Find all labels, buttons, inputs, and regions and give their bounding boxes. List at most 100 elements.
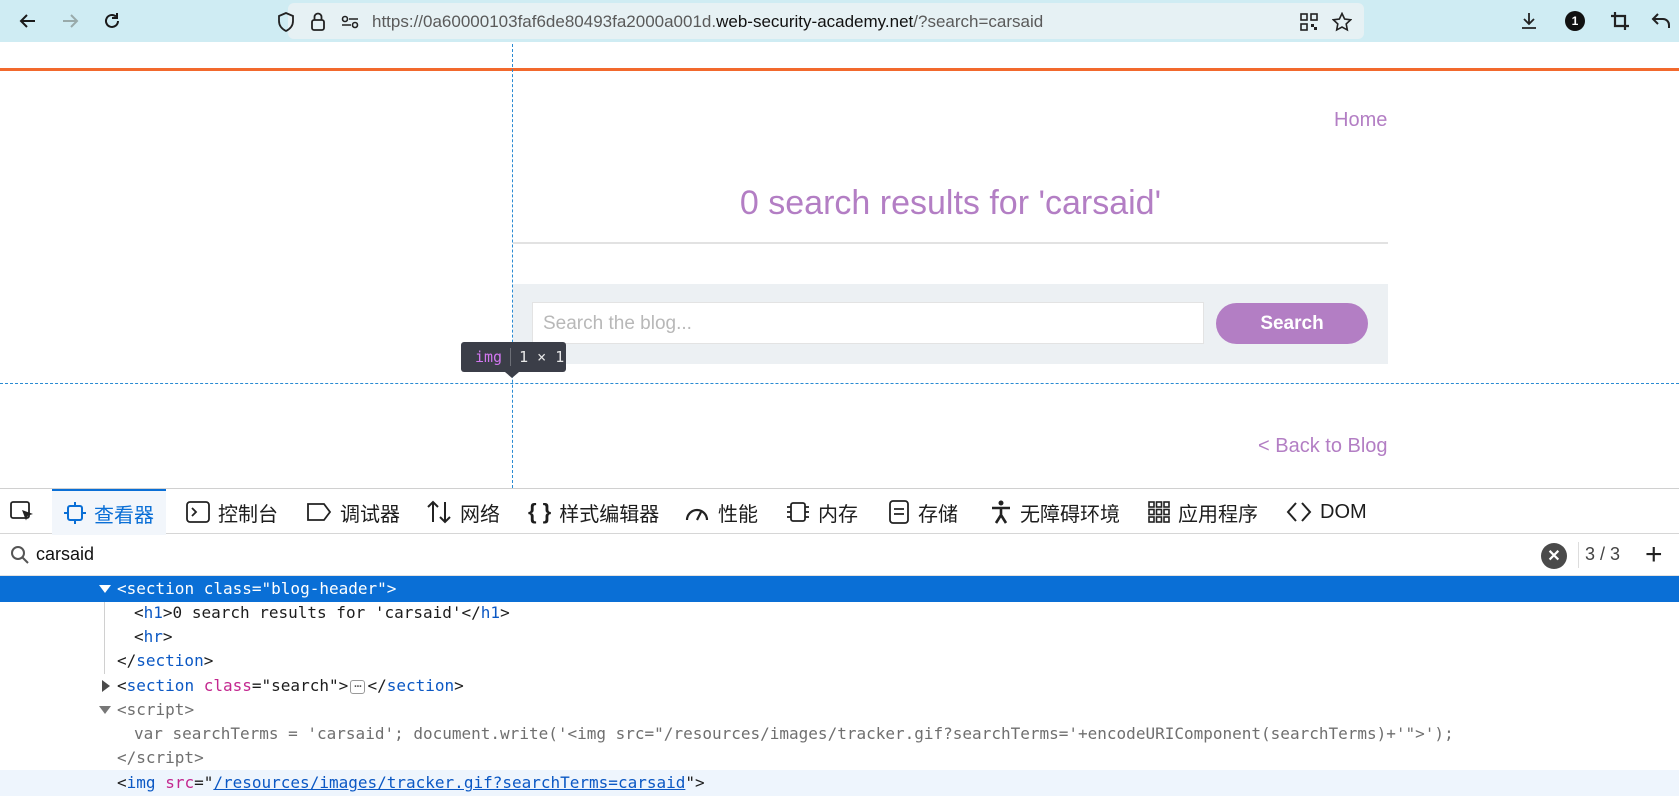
tab-label: 网络 xyxy=(460,503,500,526)
memory-icon xyxy=(786,500,810,524)
inspector-tooltip: img 1 × 1 xyxy=(461,342,566,372)
tab-label: 性能 xyxy=(718,503,758,526)
attr-value-link[interactable]: /resources/images/tracker.gif?searchTerm… xyxy=(213,773,685,792)
storage-icon xyxy=(888,500,910,524)
tab-accessibility[interactable]: 无障碍环境 xyxy=(990,489,1120,535)
tab-label: 应用程序 xyxy=(1178,503,1258,526)
shield-icon[interactable] xyxy=(275,11,297,33)
tab-label: 无障碍环境 xyxy=(1020,503,1120,526)
qr-code-icon[interactable] xyxy=(1298,11,1320,33)
tab-label: DOM xyxy=(1320,500,1367,523)
url-bar[interactable]: https://0a60000103faf6de80493fa2000a001d… xyxy=(278,3,1364,39)
devtools-search-input[interactable]: carsaid xyxy=(36,544,94,565)
tooltip-arrow xyxy=(505,372,519,378)
clear-search-icon[interactable]: ✕ xyxy=(1541,543,1567,569)
collapsed-content-icon[interactable]: ⋯ xyxy=(350,679,366,694)
expand-twisty-icon[interactable] xyxy=(99,706,111,714)
reload-icon[interactable] xyxy=(98,8,126,34)
attr-name: class xyxy=(203,579,252,598)
tab-label: 查看器 xyxy=(94,504,154,527)
tree-node-search-section[interactable]: <section class="search"> ⋯ </section> xyxy=(0,673,1679,699)
tab-inspector[interactable]: 查看器 xyxy=(52,489,166,535)
tab-console[interactable]: 控制台 xyxy=(186,489,278,535)
tab-storage[interactable]: 存储 xyxy=(888,489,958,535)
tab-dom[interactable]: DOM xyxy=(1286,489,1367,535)
tab-style-editor[interactable]: { } 样式编辑器 xyxy=(528,489,659,535)
tree-node-script-close[interactable]: </script> xyxy=(0,745,1679,771)
tooltip-tag: img xyxy=(461,348,512,366)
search-button[interactable]: Search xyxy=(1216,303,1368,344)
tab-label: 控制台 xyxy=(218,503,278,526)
style-editor-icon: { } xyxy=(528,499,552,524)
tab-label: 调试器 xyxy=(340,503,400,526)
tree-node-section-close[interactable]: </section> xyxy=(0,648,1679,674)
tab-performance[interactable]: 性能 xyxy=(684,489,758,535)
back-to-blog-link[interactable]: < Back to Blog xyxy=(1258,435,1388,458)
debugger-icon xyxy=(306,502,332,522)
url-prefix: https://0a60000103faf6de80493fa2000a001d… xyxy=(372,12,717,31)
tag-name: section xyxy=(136,651,204,670)
attr-name: src xyxy=(165,773,195,792)
tab-application[interactable]: 应用程序 xyxy=(1148,489,1258,535)
attr-name: class xyxy=(203,676,252,695)
undo-arrow-icon[interactable] xyxy=(1648,8,1674,34)
devtools-panel: 查看器 控制台 调试器 网络 { } 样式编辑器 性能 内存 存储 无障碍环境 … xyxy=(0,488,1679,809)
add-node-icon[interactable]: + xyxy=(1645,538,1663,572)
dom-icon xyxy=(1286,500,1312,524)
devtools-tabbar: 查看器 控制台 调试器 网络 { } 样式编辑器 性能 内存 存储 无障碍环境 … xyxy=(0,488,1679,535)
tree-node-script-code[interactable]: var searchTerms = 'carsaid'; document.wr… xyxy=(0,721,1679,747)
tab-label: 存储 xyxy=(918,503,958,526)
site-permissions-icon[interactable] xyxy=(339,11,361,33)
extension-badge-icon[interactable]: 1 xyxy=(1562,8,1588,34)
inspector-guide-vertical xyxy=(512,44,513,488)
tree-node-img[interactable]: <img src="/resources/images/tracker.gif?… xyxy=(0,770,1679,796)
extension-badge-count: 1 xyxy=(1565,11,1585,31)
web-page: Home 0 search results for 'carsaid' Sear… xyxy=(0,44,1679,488)
forward-arrow-icon[interactable] xyxy=(56,8,84,34)
tag-name: img xyxy=(126,773,156,792)
collapse-twisty-icon[interactable] xyxy=(102,680,110,692)
h1-text: 0 search results for 'carsaid' xyxy=(172,603,462,622)
tab-memory[interactable]: 内存 xyxy=(786,489,858,535)
devtools-search-bar: carsaid ✕ 3 / 3 + xyxy=(0,534,1679,576)
tag-name: script xyxy=(126,700,185,719)
tree-node-h1[interactable]: <h1>0 search results for 'carsaid'</h1> xyxy=(0,600,1679,626)
attr-value: "search" xyxy=(261,676,339,695)
tag-name: script xyxy=(136,748,195,767)
attr-value: "blog-header" xyxy=(261,579,387,598)
tab-network[interactable]: 网络 xyxy=(426,489,500,535)
home-link[interactable]: Home xyxy=(1334,109,1387,132)
tree-node-script[interactable]: <script> xyxy=(0,697,1679,723)
search-icon xyxy=(10,545,30,570)
bookmark-star-icon[interactable] xyxy=(1331,11,1353,33)
url-suffix: /?search=carsaid xyxy=(913,12,1044,31)
search-input[interactable]: Search the blog... xyxy=(532,302,1204,344)
tooltip-dimensions: 1 × 1 xyxy=(519,348,565,366)
tab-debugger[interactable]: 调试器 xyxy=(306,489,400,535)
match-count: 3 / 3 xyxy=(1585,544,1621,564)
back-arrow-icon[interactable] xyxy=(14,8,42,34)
url-domain: web-security-academy.net xyxy=(716,12,914,31)
accessibility-icon xyxy=(990,500,1012,524)
tree-node-blog-header[interactable]: <section class="blog-header"> xyxy=(0,576,1679,602)
page-title: 0 search results for 'carsaid' xyxy=(739,184,1162,222)
expand-twisty-icon[interactable] xyxy=(99,585,111,593)
element-picker-icon[interactable] xyxy=(10,489,44,535)
script-code: var searchTerms = 'carsaid'; document.wr… xyxy=(134,724,1454,743)
header-accent-line xyxy=(0,68,1679,71)
divider xyxy=(1578,542,1579,568)
crop-icon[interactable] xyxy=(1607,8,1633,34)
console-icon xyxy=(186,501,210,523)
tree-node-hr[interactable]: <hr> xyxy=(0,624,1679,650)
tag-name: section xyxy=(126,579,195,598)
tab-label: 样式编辑器 xyxy=(559,503,660,526)
lock-icon[interactable] xyxy=(307,11,329,33)
tag-name: hr xyxy=(143,627,163,646)
application-icon xyxy=(1148,501,1170,523)
tag-name: section xyxy=(126,676,195,695)
search-section: Search the blog... Search xyxy=(513,284,1388,364)
network-icon xyxy=(426,500,452,524)
downloads-icon[interactable] xyxy=(1516,8,1542,34)
inspector-guide-horizontal xyxy=(0,383,1679,384)
browser-toolbar: https://0a60000103faf6de80493fa2000a001d… xyxy=(0,0,1679,42)
